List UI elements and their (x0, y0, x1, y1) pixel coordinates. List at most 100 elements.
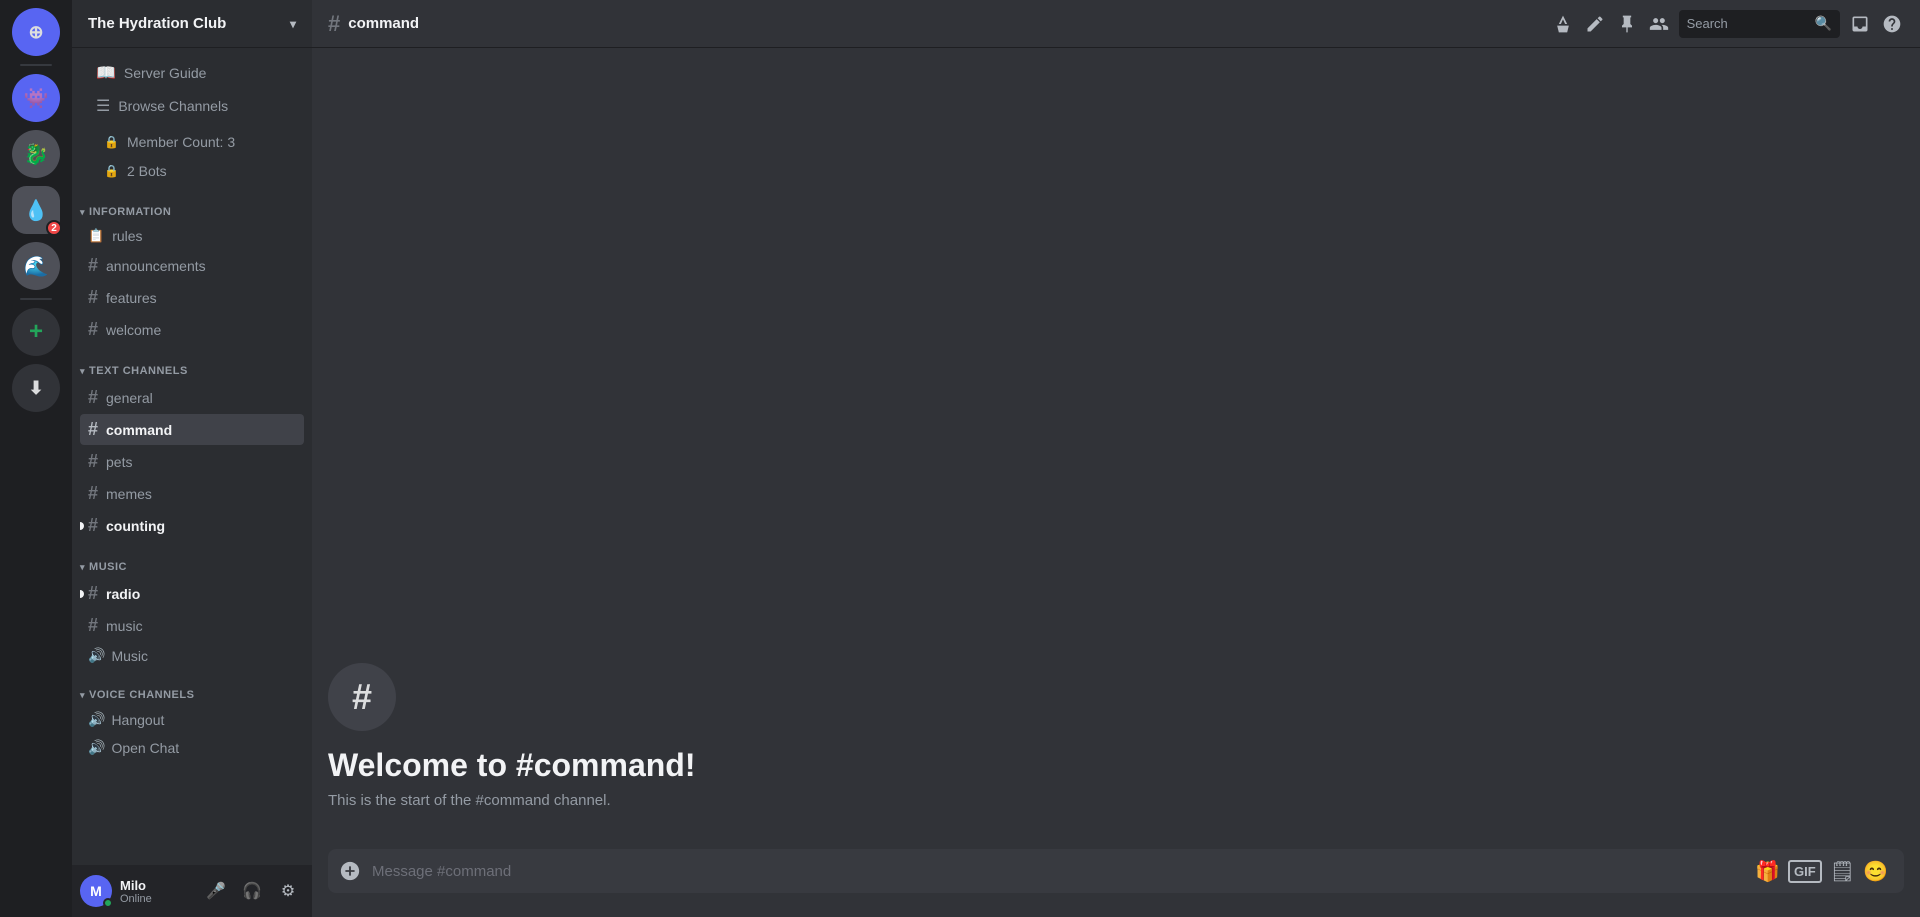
add-server-button[interactable]: + (12, 308, 60, 356)
clipboard-icon: 📋 (88, 228, 104, 244)
pin-icon (1617, 14, 1637, 34)
channel-item-music[interactable]: # music (80, 610, 304, 641)
speaker-icon-hangout: 🔊 (88, 711, 105, 728)
server-icon-discord[interactable]: ⊕ (12, 8, 60, 56)
server-divider-2 (20, 298, 52, 300)
channel-item-radio[interactable]: # radio (80, 578, 304, 609)
server-icon-hydration-club[interactable]: 💧 2 (12, 186, 60, 234)
deafen-headphones-button[interactable]: 🎧 (236, 875, 268, 907)
channel-item-counting[interactable]: # counting (80, 510, 304, 541)
avatar[interactable]: M (80, 875, 112, 907)
channel-item-music-voice[interactable]: 🔊 Music (80, 642, 304, 669)
category-information-label: INFORMATION (89, 206, 171, 218)
channel-music-label: music (106, 618, 143, 634)
channel-announcements-label: announcements (106, 258, 206, 274)
category-header-voice[interactable]: ▾ VOICE CHANNELS (72, 673, 312, 705)
channel-item-open-chat[interactable]: 🔊 Open Chat (80, 734, 304, 761)
channel-item-hangout[interactable]: 🔊 Hangout (80, 706, 304, 733)
hash-icon-music: # (88, 615, 98, 636)
category-header-text-channels[interactable]: ▾ TEXT CHANNELS (72, 349, 312, 381)
channel-general-label: general (106, 390, 153, 406)
sidebar-item-browse-channels[interactable]: ☰ Browse Channels (80, 90, 304, 122)
channel-welcome-icon: # (328, 663, 396, 731)
add-attachment-button[interactable] (328, 849, 372, 893)
notification-badge: 2 (46, 220, 62, 236)
hash-icon-counting: # (88, 515, 98, 536)
download-apps-button[interactable]: ⬇ (12, 364, 60, 412)
channel-item-features[interactable]: # features (80, 282, 304, 313)
channel-item-welcome[interactable]: # welcome (80, 314, 304, 345)
emoji-icon-button[interactable]: 😊 (1863, 859, 1888, 884)
channel-item-announcements[interactable]: # announcements (80, 250, 304, 281)
gift-icon-button[interactable]: 🎁 (1755, 859, 1780, 884)
channel-features-label: features (106, 290, 157, 306)
hash-icon-pets: # (88, 451, 98, 472)
top-bar: # command 🔍 (312, 0, 1920, 48)
user-controls: 🎤 🎧 ⚙ (200, 875, 304, 907)
channel-item-memes[interactable]: # memes (80, 478, 304, 509)
bots-item: 🔒 2 Bots (88, 157, 296, 185)
hash-icon-memes: # (88, 483, 98, 504)
channel-item-rules[interactable]: 📋 rules (80, 223, 304, 249)
channel-item-command[interactable]: # command (80, 414, 304, 445)
chevron-icon-music: ▾ (80, 562, 85, 573)
inbox-icon (1850, 14, 1870, 34)
channel-item-pets[interactable]: # pets (80, 446, 304, 477)
server-icon-1[interactable]: 👾 (12, 74, 60, 122)
channel-title: # command (328, 11, 419, 37)
category-header-music[interactable]: ▾ MUSIC (72, 545, 312, 577)
browse-icon: ☰ (96, 96, 110, 116)
message-input-area: 🎁 GIF 🗒 😊 (312, 849, 1920, 917)
chevron-icon: ▾ (80, 207, 85, 218)
plus-icon: + (29, 318, 43, 346)
channel-music-voice-label: Music (111, 648, 148, 664)
server-header[interactable]: The Hydration Club ▾ (72, 0, 312, 48)
inbox-icon-button[interactable] (1848, 12, 1872, 36)
server-icon-4[interactable]: 🌊 (12, 242, 60, 290)
boost-icon-button[interactable] (1551, 12, 1575, 36)
message-input-actions: 🎁 GIF 🗒 😊 (1755, 859, 1888, 884)
message-input[interactable] (372, 852, 1755, 891)
sticker-icon-button[interactable]: 🗒 (1830, 859, 1855, 884)
pencil-icon (1585, 14, 1605, 34)
online-status-indicator (103, 898, 113, 908)
channel-open-chat-label: Open Chat (111, 740, 179, 756)
search-input[interactable] (1687, 16, 1807, 31)
unread-indicator-radio (80, 590, 84, 598)
category-text-channels: ▾ TEXT CHANNELS # general # command # pe… (72, 349, 312, 541)
bots-label: 2 Bots (127, 163, 167, 179)
category-music-label: MUSIC (89, 561, 127, 573)
edit-icon-button[interactable] (1583, 12, 1607, 36)
discord-logo-icon: ⊕ (28, 22, 43, 43)
mute-microphone-button[interactable]: 🎤 (200, 875, 232, 907)
hash-welcome-icon: # (352, 676, 372, 718)
category-voice-label: VOICE CHANNELS (89, 689, 194, 701)
server-icon-2[interactable]: 🐉 (12, 130, 60, 178)
hash-icon-announcements: # (88, 255, 98, 276)
server-4-icon: 🌊 (24, 254, 49, 279)
sidebar-item-server-guide[interactable]: 📖 Server Guide (80, 57, 304, 89)
plus-circle-icon (339, 860, 361, 882)
channel-item-general[interactable]: # general (80, 382, 304, 413)
gif-icon-button[interactable]: GIF (1788, 860, 1822, 883)
download-icon: ⬇ (28, 378, 43, 399)
top-bar-actions: 🔍 (1551, 10, 1904, 38)
category-text-channels-label: TEXT CHANNELS (89, 365, 188, 377)
category-music: ▾ MUSIC # radio # music 🔊 Music (72, 545, 312, 669)
search-icon: 🔍 (1815, 15, 1832, 32)
help-icon-button[interactable] (1880, 12, 1904, 36)
speaker-icon-open-chat: 🔊 (88, 739, 105, 756)
member-count-label: Member Count: 3 (127, 134, 235, 150)
hash-icon-welcome: # (88, 319, 98, 340)
members-icon-button[interactable] (1647, 12, 1671, 36)
channel-sidebar: The Hydration Club ▾ 📖 Server Guide ☰ Br… (72, 0, 312, 917)
hash-large-icon: # (328, 11, 340, 37)
lock-icon: 🔒 (104, 135, 119, 149)
search-bar[interactable]: 🔍 (1679, 10, 1840, 38)
category-header-information[interactable]: ▾ INFORMATION (72, 190, 312, 222)
pin-icon-button[interactable] (1615, 12, 1639, 36)
channel-rules-label: rules (112, 228, 142, 244)
user-settings-button[interactable]: ⚙ (272, 875, 304, 907)
channel-command-label: command (106, 422, 172, 438)
hash-icon-command: # (88, 419, 98, 440)
